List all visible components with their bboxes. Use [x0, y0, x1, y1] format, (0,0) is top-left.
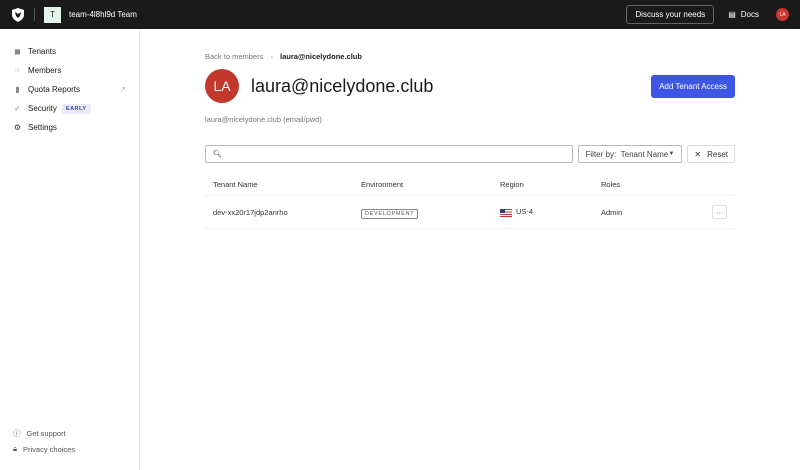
us-flag-icon — [500, 208, 512, 217]
environment-cell: DEVELOPMENT — [353, 195, 492, 229]
sidebar-item-label: Security — [28, 104, 57, 113]
lock-icon: 🔒︎ — [13, 444, 17, 453]
privacy-label: Privacy choices — [23, 444, 76, 454]
main-content: Back to members › laura@nicelydone.club … — [205, 29, 735, 229]
sidebar-item-label: Quota Reports — [28, 85, 81, 94]
cube-icon: ◼ — [14, 47, 21, 56]
column-header: Region — [492, 177, 593, 196]
actions-cell: ··· — [670, 195, 735, 229]
bar-chart-icon: ▮ — [15, 85, 20, 94]
column-header: Tenant Name — [205, 177, 353, 196]
chevron-down-icon: ▼ — [668, 151, 675, 157]
avatar: LA — [205, 69, 239, 103]
filter-value: Tenant Name — [620, 149, 669, 159]
more-actions-button[interactable]: ··· — [712, 205, 727, 219]
chevron-right-icon: › — [270, 52, 273, 61]
add-tenant-access-button[interactable]: Add Tenant Access — [651, 74, 735, 98]
discuss-needs-button[interactable]: Discuss your needs — [626, 5, 715, 24]
sidebar-item-label: Tenants — [28, 47, 57, 56]
external-link-icon: ↗ — [119, 85, 126, 94]
filter-dropdown[interactable]: Filter by: Tenant Name ▼ — [577, 145, 683, 163]
sidebar-item-quota-reports[interactable]: ▮ Quota Reports ↗ — [0, 80, 139, 99]
sidebar-item-label: Settings — [28, 123, 57, 132]
top-bar: T team-4l8hl9d Team Discuss your needs ▤… — [0, 0, 800, 29]
reset-label: Reset — [707, 149, 728, 159]
user-identity: laura@nicelydone.club (email/pwd) — [205, 115, 322, 124]
team-avatar[interactable]: T — [44, 6, 61, 23]
tenant-name: dev-xx20r17jdp2anrho — [205, 195, 353, 229]
close-icon: ✕ — [694, 149, 702, 159]
sidebar-item-settings[interactable]: ⚙ Settings — [0, 118, 139, 137]
book-icon: ▤ — [728, 10, 736, 19]
ellipsis-icon: ··· — [715, 207, 724, 217]
reset-button[interactable]: ✕ Reset — [687, 145, 735, 163]
help-icon: ⓘ — [13, 429, 21, 438]
logo-icon[interactable] — [11, 7, 25, 22]
docs-label: Docs — [740, 10, 759, 19]
table-row: dev-xx20r17jdp2anrho DEVELOPMENT US-4 Ad… — [205, 195, 735, 229]
sidebar-item-members[interactable]: ⁘ Members — [0, 61, 139, 80]
gear-icon: ⚙ — [13, 123, 22, 132]
sidebar-item-security[interactable]: ✓ Security EARLY — [0, 99, 139, 118]
sidebar-item-label: Members — [28, 66, 62, 75]
privacy-choices-link[interactable]: 🔒︎ Privacy choices — [13, 444, 75, 454]
shield-icon: ✓ — [14, 104, 21, 113]
search-icon: 🔍︎ — [213, 151, 222, 158]
sidebar: ◼ Tenants ⁘ Members ▮ Quota Reports ↗ ✓ Secur… — [0, 29, 140, 470]
sidebar-item-tenants[interactable]: ◼ Tenants — [0, 42, 139, 61]
environment-badge: DEVELOPMENT — [361, 208, 419, 219]
role: Admin — [593, 195, 671, 229]
breadcrumb-current: laura@nicelydone.club — [280, 52, 362, 61]
filter-label: Filter by: — [585, 149, 617, 159]
get-support-link[interactable]: ⓘ Get support — [13, 428, 66, 439]
actions-header — [670, 177, 735, 196]
users-icon: ⁘ — [14, 66, 21, 75]
region-cell: US-4 — [492, 195, 593, 229]
page-title: laura@nicelydone.club — [251, 75, 434, 96]
column-header: Environment — [353, 177, 492, 196]
region: US-4 — [516, 207, 534, 217]
get-support-label: Get support — [26, 429, 66, 438]
breadcrumb: Back to members › laura@nicelydone.club — [205, 52, 735, 61]
back-to-members-link[interactable]: Back to members — [205, 52, 263, 61]
search-input[interactable]: 🔍︎ — [205, 145, 573, 163]
tenants-table: Tenant Name Environment Region Roles dev… — [205, 177, 735, 229]
docs-link[interactable]: ▤ Docs — [728, 10, 759, 19]
user-avatar[interactable]: LA — [776, 8, 789, 21]
divider — [34, 8, 35, 21]
column-header: Roles — [593, 177, 671, 196]
team-name[interactable]: team-4l8hl9d Team — [69, 10, 137, 19]
early-badge: EARLY — [61, 103, 91, 114]
